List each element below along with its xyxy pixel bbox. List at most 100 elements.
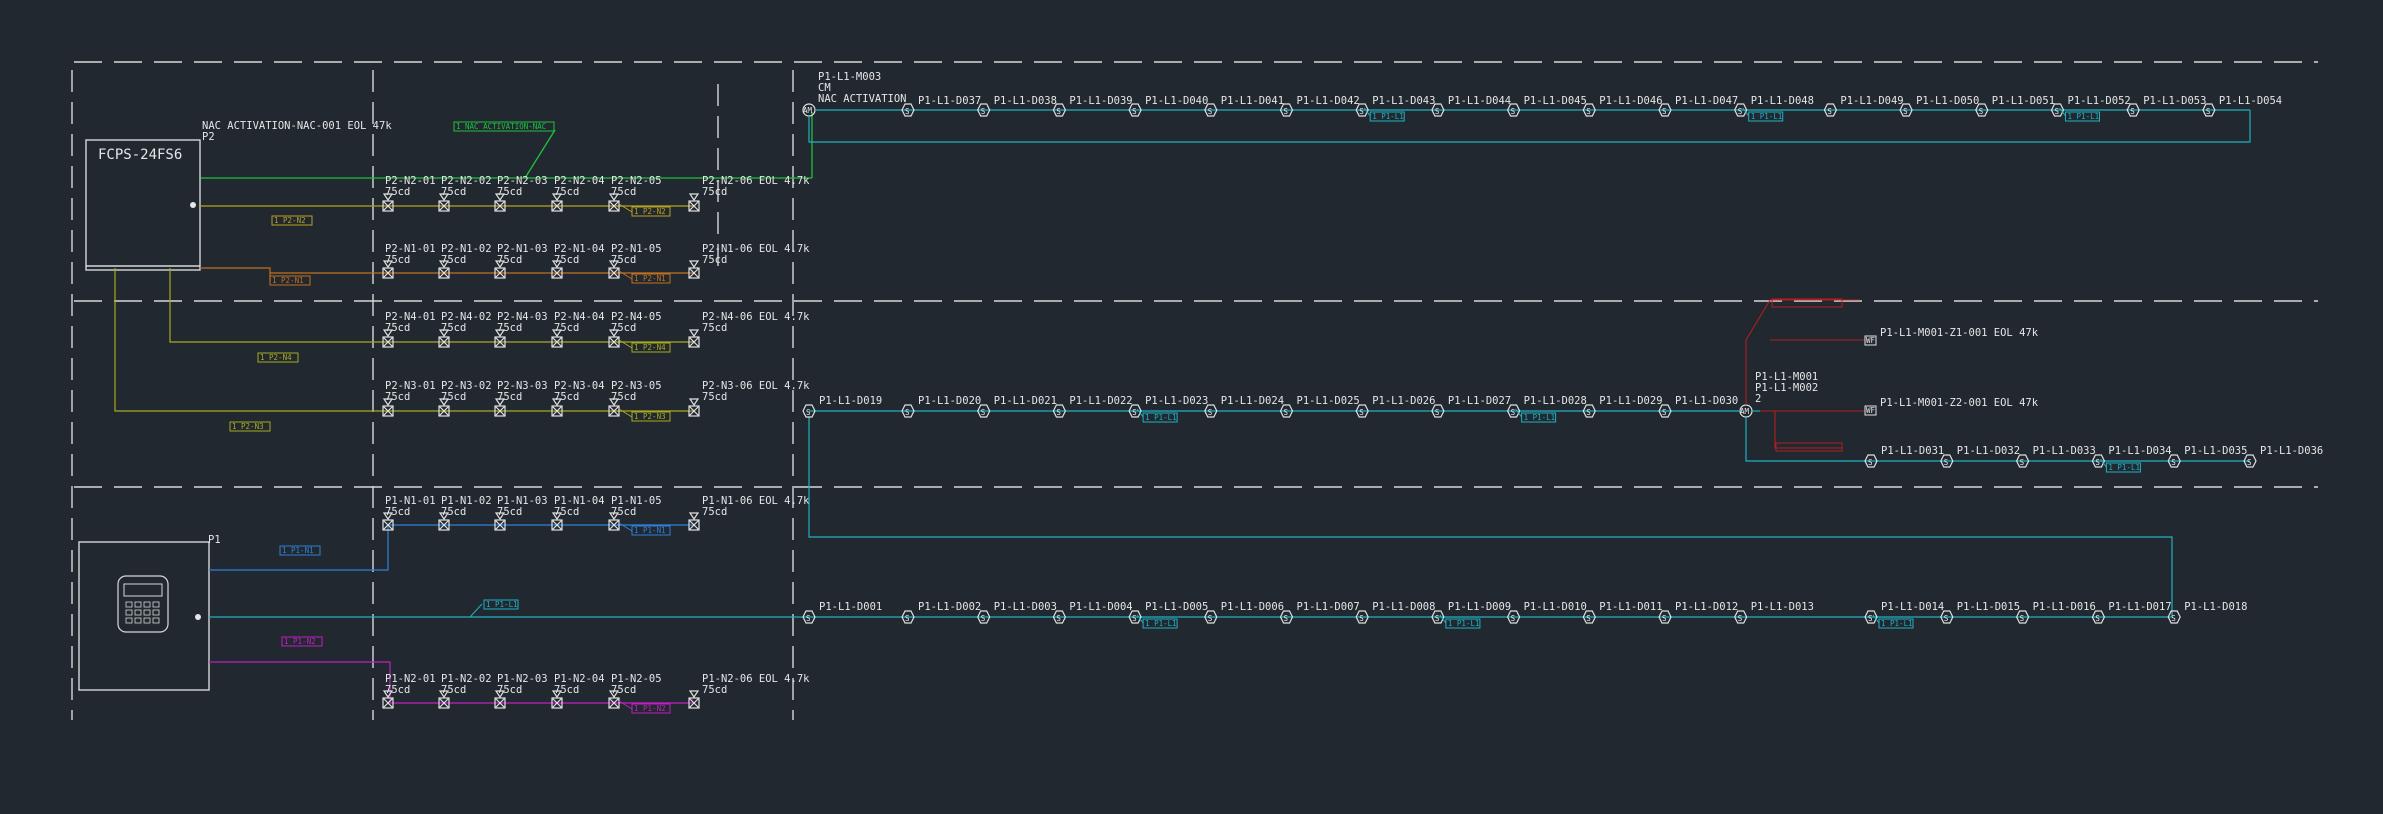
nac-device-candela: 75cd — [497, 391, 522, 403]
smoke-symbol: S — [1662, 408, 1667, 417]
nac-device-candela: 75cd — [385, 684, 410, 696]
smoke-symbol: S — [1586, 614, 1591, 623]
smoke-symbol: S — [2171, 614, 2176, 623]
nac-device-candela: 75cd — [385, 391, 410, 403]
nac-tag2-text: 1 P2-N1 — [634, 274, 666, 283]
svg-text:AM: AM — [803, 106, 813, 115]
nac-device-candela: 75cd — [385, 254, 410, 266]
nac-device-candela: 75cd — [554, 186, 579, 198]
detector-label-row2b: P1-L1-D032 — [1957, 445, 2020, 457]
nac-device-candela: 75cd — [611, 322, 636, 334]
slc-loop-top-return — [808, 110, 2251, 143]
nac-device-candela: 75cd — [441, 254, 466, 266]
nac-eol-device[interactable] — [688, 329, 700, 348]
smoke-symbol: S — [981, 408, 986, 417]
detector-label-row3: P1-L1-D004 — [1069, 601, 1132, 613]
smoke-symbol: S — [2020, 458, 2025, 467]
nac-device-candela: 75cd — [441, 684, 466, 696]
red-zone-tag-low — [1775, 442, 1843, 452]
detector-label-row3: P1-L1-D011 — [1599, 601, 1662, 613]
wf-z1[interactable]: WF — [1864, 335, 1877, 346]
smoke-symbol: S — [1056, 614, 1061, 623]
detector-label-row1: P1-L1-D044 — [1448, 95, 1511, 107]
detector-label-row1: P1-L1-D052 — [2068, 95, 2131, 107]
detector-label-row1: P1-L1-D039 — [1069, 95, 1132, 107]
detector-label-row3: P1-L1-D010 — [1524, 601, 1587, 613]
detector-label-row2b: P1-L1-D035 — [2184, 445, 2247, 457]
nac-device-candela: 75cd — [385, 322, 410, 334]
loop-tag-text: 1 P1-L1 — [1448, 619, 1480, 628]
smoke-symbol: S — [1662, 107, 1667, 116]
nac-tag-p2n4: 1 P2-N4 — [257, 352, 299, 363]
smoke-symbol: S — [2055, 107, 2060, 116]
module-m001[interactable]: AM — [1739, 404, 1753, 418]
loop-tag-text: 1 P1-L1 — [1145, 413, 1177, 422]
nac-eol-device[interactable] — [688, 690, 700, 709]
keypad-key — [143, 601, 151, 608]
eol-z1: P1-L1-M001-Z1-001 EOL 47k — [1880, 327, 2039, 339]
nac-tag-p2n1: 1 P2-N1 — [269, 275, 311, 286]
detector-label-row1: P1-L1-D045 — [1524, 95, 1587, 107]
nac-circuit-p1n1: 1 P1-N1P1-N1-0175cdP1-N1-0275cdP1-N1-037… — [209, 495, 810, 571]
detector-label-row3: P1-L1-D007 — [1297, 601, 1360, 613]
module-m001-num: 2 — [1755, 393, 1761, 405]
module-m003[interactable]: AM — [802, 103, 816, 117]
nac-device-candela: 75cd — [554, 254, 579, 266]
keypad-key — [125, 601, 133, 608]
panel-p1-keypad-icon — [125, 601, 160, 624]
nac-eol-device[interactable] — [688, 193, 700, 212]
nac-circuit-p2n3: 1 P2-N3P2-N3-0175cdP2-N3-0275cdP2-N3-037… — [114, 268, 810, 432]
smoke-symbol: S — [2020, 614, 2025, 623]
detector-label-row3: P1-L1-D009 — [1448, 601, 1511, 613]
panel-p1[interactable] — [78, 541, 210, 691]
nac-eol-candela: 75cd — [702, 322, 727, 334]
nac-device-candela: 75cd — [611, 506, 636, 518]
detector-label-row2: P1-L1-D024 — [1221, 395, 1284, 407]
loop-tag-text: 1 P1-L1 — [1372, 112, 1404, 121]
nac-tag-p1n2: 1 P1-N2 — [281, 636, 323, 647]
riser-diagram: FCPS-24FS6 P1 NAC ACTIVATION-NAC-001 EOL… — [71, 61, 2323, 720]
smoke-symbol: S — [2247, 458, 2252, 467]
smoke-symbol: S — [1511, 107, 1516, 116]
loop-tag-text: 1 P1-L1 — [1881, 619, 1913, 628]
detector-label-row3: P1-L1-D015 — [1957, 601, 2020, 613]
wf-z2[interactable]: WF — [1864, 405, 1877, 416]
nac-eol-device[interactable] — [688, 398, 700, 417]
nac-device-candela: 75cd — [554, 506, 579, 518]
detector-label-row1: P1-L1-D054 — [2219, 95, 2282, 107]
detector-label-row2: P1-L1-D028 — [1524, 395, 1587, 407]
smoke-symbol: S — [2095, 614, 2100, 623]
smoke-symbol: S — [1586, 408, 1591, 417]
loop-tag-text: 1 P1-L1 — [486, 600, 518, 609]
loop-tag-text: 1 P1-L1 — [1524, 413, 1556, 422]
green-nac-leader — [524, 129, 556, 179]
nac-tag2-text: 1 P2-N3 — [634, 412, 666, 421]
nac-tag-p2n2: 1 P2-N2 — [271, 215, 313, 226]
nac-eol-device[interactable] — [688, 512, 700, 531]
keypad-key — [152, 609, 160, 616]
nac-circuit-p2n4: 1 P2-N4P2-N4-0175cdP2-N4-0275cdP2-N4-037… — [169, 268, 810, 363]
detector-label-row1: P1-L1-D048 — [1751, 95, 1814, 107]
cad-drawing-canvas[interactable]: FCPS-24FS6 P1 NAC ACTIVATION-NAC-001 EOL… — [0, 0, 2383, 814]
detector-label-row2: P1-L1-D030 — [1675, 395, 1738, 407]
nac-eol-device[interactable] — [688, 260, 700, 279]
nac-device-candela: 75cd — [497, 684, 522, 696]
smoke-symbol: S — [1208, 107, 1213, 116]
smoke-symbol: S — [1868, 458, 1873, 467]
detector-label-row1: P1-L1-D038 — [994, 95, 1057, 107]
smoke-symbol: S — [981, 614, 986, 623]
keypad-key — [143, 617, 151, 624]
smoke-symbol: S — [905, 107, 910, 116]
detector-label-row1: P1-L1-D046 — [1599, 95, 1662, 107]
detector-label-row2b: P1-L1-D036 — [2260, 445, 2323, 457]
detector-label-row2: P1-L1-D021 — [994, 395, 1057, 407]
loop-tag-text: 1 P1-L1 — [2108, 463, 2140, 472]
smoke-symbol: S — [2095, 458, 2100, 467]
smoke-symbol: S — [1284, 107, 1289, 116]
smoke-symbol: S — [1132, 107, 1137, 116]
detector-label-row2: P1-L1-D022 — [1069, 395, 1132, 407]
nac-device-candela: 75cd — [497, 254, 522, 266]
nac-device-candela: 75cd — [611, 684, 636, 696]
detector-label-row3: P1-L1-D003 — [994, 601, 1057, 613]
keypad-key — [134, 617, 142, 624]
